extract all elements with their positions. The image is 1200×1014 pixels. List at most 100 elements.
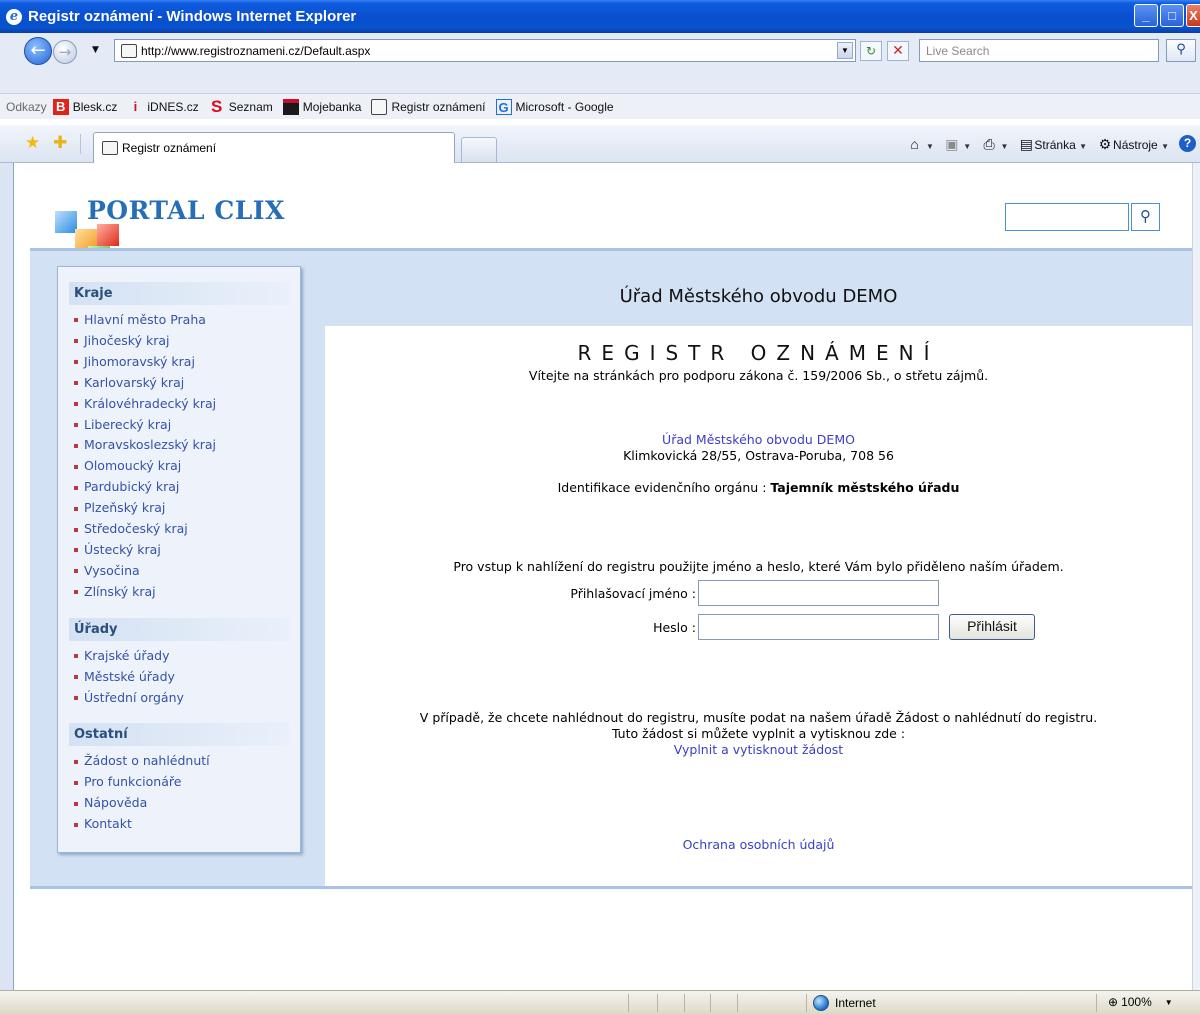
stop-button[interactable]: ✕ bbox=[887, 41, 909, 61]
tab-registr[interactable]: Registr oznámení bbox=[93, 132, 455, 163]
new-tab-button[interactable] bbox=[461, 137, 497, 163]
bullet-icon bbox=[74, 590, 78, 595]
history-dropdown-icon[interactable]: ▼ bbox=[92, 45, 99, 55]
tools-menu[interactable]: ⚙ Nástroje ▼ bbox=[1097, 136, 1169, 152]
sidebar-item[interactable]: Jihočeský kraj bbox=[74, 331, 300, 352]
bullet-icon bbox=[74, 443, 78, 448]
welcome-text: Vítejte na stránkách pro podporu zákona … bbox=[528, 368, 989, 383]
status-separator bbox=[806, 994, 807, 1012]
sidebar-item-label: Krajské úřady bbox=[84, 647, 170, 663]
refresh-button[interactable]: ↻ bbox=[860, 41, 882, 61]
favorites-star-icon[interactable]: ★ bbox=[25, 133, 40, 153]
page-icon bbox=[371, 98, 388, 115]
sidebar-item[interactable]: Zlínský kraj bbox=[74, 582, 300, 603]
maximize-icon[interactable]: □ bbox=[1160, 4, 1184, 27]
sidebar-item[interactable]: Krajské úřady bbox=[74, 646, 300, 667]
sidebar-item-label: Jihočeský kraj bbox=[84, 332, 170, 348]
sidebar-item[interactable]: Liberecký kraj bbox=[74, 415, 300, 436]
username-field[interactable] bbox=[698, 580, 939, 606]
add-favorites-icon[interactable]: ✚ bbox=[53, 133, 67, 153]
sidebar-item[interactable]: Pardubický kraj bbox=[74, 477, 300, 498]
forward-button[interactable]: → bbox=[53, 40, 77, 64]
office-link[interactable]: Úřad Městského obvodu DEMO bbox=[325, 432, 1192, 447]
sidebar-item[interactable]: Ústecký kraj bbox=[74, 540, 300, 561]
logo-text: PORTAL CLIX bbox=[87, 196, 285, 225]
link-label: Mojebanka bbox=[302, 99, 362, 114]
bullet-icon bbox=[74, 780, 78, 785]
live-search-input[interactable]: Live Search bbox=[919, 39, 1159, 62]
address-input[interactable]: http://www.registroznameni.cz/Default.as… bbox=[114, 39, 856, 62]
link-idnes[interactable]: i iDNES.cz bbox=[127, 99, 199, 115]
login-button[interactable]: Přihlásit bbox=[949, 614, 1035, 640]
address-dropdown-icon[interactable]: ▼ bbox=[837, 42, 853, 59]
privacy-link[interactable]: Ochrana osobních údajů bbox=[325, 837, 1192, 852]
fill-request-link[interactable]: Vyplnit a vytisknout žádost bbox=[325, 742, 1192, 757]
status-separator bbox=[710, 994, 711, 1012]
password-field[interactable] bbox=[698, 614, 939, 640]
ident-label: Identifikace evidenčního orgánu : bbox=[557, 480, 771, 495]
sidebar-item[interactable]: Královéhradecký kraj bbox=[74, 394, 300, 415]
page-menu[interactable]: ▤Stránka ▼ bbox=[1018, 136, 1087, 152]
sidebar-item[interactable]: Středočeský kraj bbox=[74, 519, 300, 540]
sidebar-item[interactable]: Karlovarský kraj bbox=[74, 373, 300, 394]
sidebar-item-label: Městské úřady bbox=[84, 668, 175, 684]
window-controls: _ □ X bbox=[1134, 4, 1200, 27]
sidebar-item[interactable]: Hlavní město Praha bbox=[74, 310, 300, 331]
sidebar-item[interactable]: Žádost o nahlédnutí bbox=[74, 751, 300, 772]
bullet-icon bbox=[74, 360, 78, 365]
status-separator bbox=[657, 994, 658, 1012]
back-button[interactable]: ← bbox=[24, 37, 52, 65]
sidebar-item-label: Nápověda bbox=[84, 795, 148, 811]
sidebar-item[interactable]: Olomoucký kraj bbox=[74, 456, 300, 477]
zoom-label: 100% bbox=[1121, 995, 1152, 1009]
site-search-input[interactable] bbox=[1005, 203, 1129, 231]
search-icon[interactable]: ⚲ bbox=[1131, 203, 1160, 231]
page-viewport: PORTAL CLIX ⚲ Kraje Hlavní město Praha J… bbox=[15, 163, 1192, 990]
zoom-icon: ⊕ bbox=[1108, 995, 1119, 1009]
link-label: Seznam bbox=[228, 99, 273, 114]
sidebar-item[interactable]: Nápověda bbox=[74, 793, 300, 814]
link-seznam[interactable]: S Seznam bbox=[209, 98, 273, 115]
sidebar-item-label: Plzeňský kraj bbox=[84, 500, 166, 516]
sidebar-item-label: Karlovarský kraj bbox=[84, 374, 185, 390]
minimize-icon[interactable]: _ bbox=[1134, 4, 1158, 27]
office-address: Klimkovická 28/55, Ostrava-Poruba, 708 5… bbox=[623, 448, 894, 463]
blesk-icon: B bbox=[52, 98, 69, 115]
bullet-icon bbox=[74, 759, 78, 764]
link-registr[interactable]: Registr oznámení bbox=[371, 98, 486, 115]
sidebar-item-label: Středočeský kraj bbox=[84, 521, 188, 537]
sidebar-item[interactable]: Kontakt bbox=[74, 814, 300, 835]
main-content: REGISTR OZNÁMENÍ Vítejte na stránkách pr… bbox=[325, 326, 1192, 889]
close-icon[interactable]: X bbox=[1186, 4, 1200, 27]
feeds-button[interactable]: ▣ ▼ bbox=[944, 136, 971, 152]
search-icon[interactable]: ⚲ bbox=[1166, 39, 1196, 62]
page-menu-label: Stránka bbox=[1034, 137, 1076, 152]
sidebar-item[interactable]: Plzeňský kraj bbox=[74, 498, 300, 519]
rss-icon: ▣ bbox=[945, 135, 959, 152]
link-blesk[interactable]: B Blesk.cz bbox=[52, 98, 117, 115]
sidebar-heading-ostatni: Ostatní bbox=[69, 723, 289, 747]
scrollbar[interactable] bbox=[1192, 163, 1200, 990]
help-icon[interactable]: ? bbox=[1179, 135, 1196, 152]
link-google[interactable]: G Microsoft - Google bbox=[495, 98, 614, 115]
sidebar-item[interactable]: Městské úřady bbox=[74, 667, 300, 688]
print-icon: ⎙ bbox=[983, 135, 995, 152]
bullet-icon bbox=[74, 569, 78, 574]
gear-icon: ⚙ bbox=[1098, 135, 1112, 152]
ident-line: Identifikace evidenčního orgánu : Tajemn… bbox=[325, 480, 1192, 495]
sidebar-item[interactable]: Moravskoslezský kraj bbox=[74, 435, 300, 456]
print-button[interactable]: ⎙ ▼ bbox=[981, 135, 1009, 152]
bullet-icon bbox=[74, 548, 78, 553]
sidebar-item[interactable]: Ústřední orgány bbox=[74, 688, 300, 709]
bullet-icon bbox=[74, 402, 78, 407]
mojebanka-icon bbox=[282, 98, 299, 115]
page-menu-icon: ▤ bbox=[1019, 135, 1034, 152]
zoom-control[interactable]: ⊕ 100% ▼ bbox=[1108, 995, 1173, 1009]
sidebar-item-label: Olomoucký kraj bbox=[84, 458, 182, 474]
link-mojebanka[interactable]: Mojebanka bbox=[282, 98, 362, 115]
home-button[interactable]: ⌂ ▼ bbox=[907, 136, 934, 152]
sidebar-item[interactable]: Vysočina bbox=[74, 561, 300, 582]
sidebar-item[interactable]: Pro funkcionáře bbox=[74, 772, 300, 793]
security-zone[interactable]: Internet bbox=[813, 995, 876, 1011]
sidebar-item[interactable]: Jihomoravský kraj bbox=[74, 352, 300, 373]
